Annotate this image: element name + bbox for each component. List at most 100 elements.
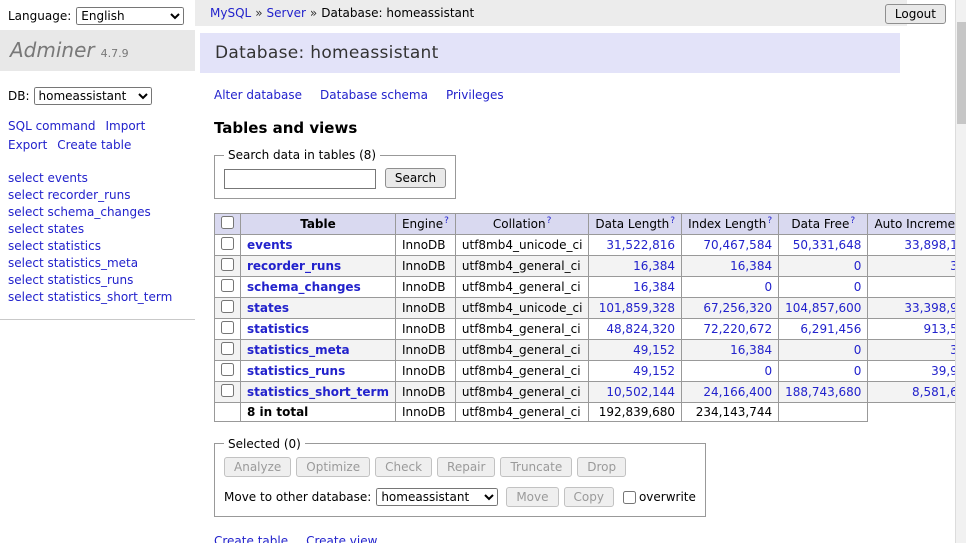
row-select-checkbox[interactable] — [221, 384, 234, 397]
move-row: Move to other database:homeassistantMove… — [224, 487, 696, 507]
copy-button[interactable]: Copy — [564, 487, 614, 507]
auto-increment-cell: 39,999 — [868, 360, 955, 381]
breadcrumb-mysql-link[interactable]: MySQL — [210, 6, 251, 20]
data-length-link[interactable]: 49,152 — [633, 364, 675, 378]
selected-action-button[interactable]: Check — [375, 457, 432, 477]
sidebar-table-link[interactable]: select schema_changes — [8, 205, 187, 219]
table-name-link[interactable]: events — [247, 238, 293, 252]
data-length-link[interactable]: 31,522,816 — [606, 238, 675, 252]
auto-increment-link[interactable]: 8,581,645 — [912, 385, 955, 399]
database-nav-link[interactable]: Privileges — [446, 88, 504, 102]
auto-increment-link[interactable]: 39,999 — [931, 364, 955, 378]
index-length-link[interactable]: 16,384 — [730, 259, 772, 273]
data-free-link[interactable]: 104,857,600 — [785, 301, 861, 315]
row-checkbox-cell — [215, 255, 241, 276]
auto-increment-link[interactable]: 33,898,196 — [904, 238, 955, 252]
table-name-link[interactable]: statistics_runs — [247, 364, 345, 378]
index-length-link[interactable]: 16,384 — [730, 343, 772, 357]
table-name-link[interactable]: statistics_short_term — [247, 385, 389, 399]
total-checkbox-cell — [215, 402, 241, 421]
selected-action-button[interactable]: Drop — [577, 457, 626, 477]
sidebar-action-link[interactable]: Import — [105, 119, 145, 133]
breadcrumb-server-link[interactable]: Server — [267, 6, 306, 20]
selected-action-button[interactable]: Analyze — [224, 457, 291, 477]
move-db-select[interactable]: homeassistant — [376, 488, 498, 506]
row-select-checkbox[interactable] — [221, 321, 234, 334]
data-free-link[interactable]: 0 — [854, 364, 862, 378]
data-free-link[interactable]: 50,331,648 — [793, 238, 862, 252]
engine-cell: InnoDB — [395, 339, 455, 360]
row-select-checkbox[interactable] — [221, 342, 234, 355]
language-select[interactable]: English — [76, 7, 184, 25]
index-length-link[interactable]: 24,166,400 — [703, 385, 772, 399]
index-length-link[interactable]: 72,220,672 — [703, 322, 772, 336]
data-length-link[interactable]: 101,859,328 — [599, 301, 675, 315]
row-select-checkbox[interactable] — [221, 363, 234, 376]
sidebar-table-link[interactable]: select statistics_runs — [8, 273, 187, 287]
data-free-link[interactable]: 6,291,456 — [800, 322, 861, 336]
table-name-link[interactable]: statistics — [247, 322, 309, 336]
overwrite-checkbox[interactable] — [623, 491, 636, 504]
data-length-link[interactable]: 48,824,320 — [606, 322, 675, 336]
table-name-link[interactable]: states — [247, 301, 289, 315]
table-name-link[interactable]: recorder_runs — [247, 259, 341, 273]
column-help-link[interactable]: ? — [670, 216, 675, 226]
selected-action-button[interactable]: Truncate — [500, 457, 572, 477]
data-length-link[interactable]: 49,152 — [633, 343, 675, 357]
sidebar-table-link[interactable]: select states — [8, 222, 187, 236]
data-free-cell: 104,857,600 — [779, 297, 868, 318]
database-nav-link[interactable]: Database schema — [320, 88, 428, 102]
data-free-link[interactable]: 188,743,680 — [785, 385, 861, 399]
collation-cell: utf8mb4_general_ci — [455, 318, 589, 339]
table-name-link[interactable]: schema_changes — [247, 280, 361, 294]
sidebar-action-link[interactable]: SQL command — [8, 119, 95, 133]
db-select[interactable]: homeassistant — [34, 87, 152, 105]
selected-action-button[interactable]: Repair — [437, 457, 495, 477]
data-free-link[interactable]: 0 — [854, 343, 862, 357]
data-free-cell: 50,331,648 — [779, 234, 868, 255]
tables-overview-table: TableEngine?Collation?Data Length?Index … — [214, 213, 955, 422]
table-name-link[interactable]: statistics_meta — [247, 343, 350, 357]
data-free-link[interactable]: 0 — [854, 259, 862, 273]
index-length-link[interactable]: 0 — [764, 280, 772, 294]
column-help-link[interactable]: ? — [767, 216, 772, 226]
total-data-length: 192,839,680 — [589, 402, 682, 421]
database-nav-link[interactable]: Alter database — [214, 88, 302, 102]
row-select-checkbox[interactable] — [221, 258, 234, 271]
row-select-checkbox[interactable] — [221, 279, 234, 292]
search-button[interactable]: Search — [385, 168, 446, 188]
sidebar-table-link[interactable]: select statistics_short_term — [8, 290, 187, 304]
auto-increment-cell: 8,581,645 — [868, 381, 955, 402]
move-button[interactable]: Move — [506, 487, 558, 507]
auto-increment-link[interactable]: 33,398,984 — [904, 301, 955, 315]
data-length-link[interactable]: 16,384 — [633, 280, 675, 294]
sidebar-action-link[interactable]: Create table — [57, 138, 131, 152]
collation-cell: utf8mb4_general_ci — [455, 276, 589, 297]
sidebar-table-link[interactable]: select recorder_runs — [8, 188, 187, 202]
index-length-link[interactable]: 67,256,320 — [703, 301, 772, 315]
index-length-link[interactable]: 70,467,584 — [703, 238, 772, 252]
data-length-link[interactable]: 10,502,144 — [606, 385, 675, 399]
index-length-cell: 0 — [682, 276, 779, 297]
column-help-link[interactable]: ? — [547, 216, 552, 226]
data-free-link[interactable]: 0 — [854, 280, 862, 294]
select-all-checkbox[interactable] — [221, 216, 234, 229]
create-link[interactable]: Create table — [214, 534, 288, 543]
create-link[interactable]: Create view — [306, 534, 377, 543]
index-length-link[interactable]: 0 — [764, 364, 772, 378]
sidebar-table-link[interactable]: select events — [8, 171, 187, 185]
sidebar-table-link[interactable]: select statistics — [8, 239, 187, 253]
row-select-checkbox[interactable] — [221, 237, 234, 250]
sidebar-table-link[interactable]: select statistics_meta — [8, 256, 187, 270]
sidebar-action-link[interactable]: Export — [8, 138, 47, 152]
logout-button[interactable]: Logout — [885, 4, 946, 24]
scrollbar[interactable] — [955, 0, 966, 543]
data-length-link[interactable]: 16,384 — [633, 259, 675, 273]
scrollbar-thumb[interactable] — [957, 22, 966, 124]
column-help-link[interactable]: ? — [850, 216, 855, 226]
auto-increment-link[interactable]: 913,577 — [923, 322, 955, 336]
row-select-checkbox[interactable] — [221, 300, 234, 313]
search-input[interactable] — [224, 169, 376, 189]
selected-action-button[interactable]: Optimize — [296, 457, 370, 477]
column-help-link[interactable]: ? — [444, 216, 449, 226]
